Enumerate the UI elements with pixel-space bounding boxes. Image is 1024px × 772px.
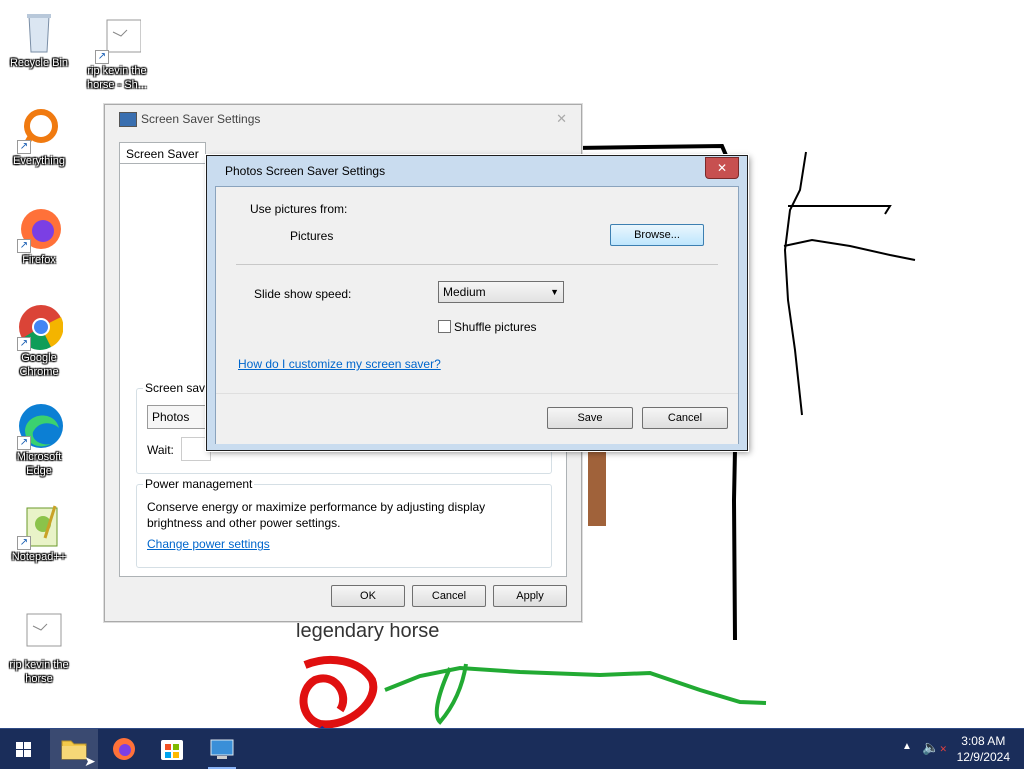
desktop-icon-recycle-bin[interactable]: Recycle Bin bbox=[4, 8, 74, 70]
notepadpp-icon: ↗ bbox=[15, 502, 63, 550]
desktop-icon-firefox[interactable]: ↗ Firefox bbox=[4, 205, 74, 267]
taskbar-screen-saver-settings[interactable] bbox=[198, 729, 246, 769]
power-description: Conserve energy or maximize performance … bbox=[147, 500, 486, 530]
shortcut-arrow-icon: ↗ bbox=[95, 50, 109, 64]
cancel-button[interactable]: Cancel bbox=[412, 585, 486, 607]
close-icon[interactable]: ✕ bbox=[556, 111, 567, 127]
desktop-icon-rip-kevin[interactable]: rip kevin the horse bbox=[4, 610, 74, 686]
recycle-bin-icon bbox=[15, 8, 63, 56]
power-management-group: Power management Conserve energy or maxi… bbox=[136, 477, 552, 568]
wait-label: Wait: bbox=[147, 443, 174, 457]
clock-time: 3:08 AM bbox=[961, 734, 1006, 748]
edge-icon: ↗ bbox=[15, 402, 63, 450]
image-file-icon: ↗ bbox=[93, 16, 142, 64]
taskbar-firefox[interactable] bbox=[100, 729, 148, 769]
chevron-down-icon: ▼ bbox=[550, 287, 559, 297]
shortcut-arrow-icon: ↗ bbox=[17, 536, 31, 550]
close-icon: ✕ bbox=[716, 161, 728, 175]
shortcut-arrow-icon: ↗ bbox=[17, 140, 31, 154]
customize-help-link[interactable]: How do I customize my screen saver? bbox=[238, 357, 441, 371]
chrome-icon: ↗ bbox=[15, 303, 64, 351]
use-pictures-label: Use pictures from: bbox=[250, 202, 348, 216]
ok-button[interactable]: OK bbox=[331, 585, 405, 607]
window-title: Photos Screen Saver Settings bbox=[225, 164, 386, 178]
shortcut-arrow-icon: ↗ bbox=[17, 436, 31, 450]
browse-button[interactable]: Browse... bbox=[610, 224, 704, 246]
dialog-body: Use pictures from: Pictures Browse... Sl… bbox=[215, 186, 739, 444]
desktop-icon-notepadpp[interactable]: ↗ Notepad++ bbox=[4, 502, 74, 564]
taskbar: ➤ ▲ 🔈✕ 3:08 AM 12/9/2024 bbox=[0, 728, 1024, 769]
store-icon bbox=[161, 740, 183, 760]
display-settings-icon bbox=[119, 112, 137, 127]
titlebar: Screen Saver Settings ✕ bbox=[105, 105, 581, 133]
close-button[interactable]: ✕ bbox=[705, 157, 739, 179]
shuffle-pictures-label: Shuffle pictures bbox=[454, 320, 537, 334]
mouse-cursor-icon: ➤ bbox=[84, 753, 96, 769]
shuffle-pictures-checkbox[interactable] bbox=[438, 320, 451, 333]
save-button[interactable]: Save bbox=[547, 407, 633, 429]
change-power-settings-link[interactable]: Change power settings bbox=[147, 537, 270, 551]
window-title: Screen Saver Settings bbox=[141, 112, 261, 126]
pictures-path: Pictures bbox=[290, 229, 334, 243]
firefox-icon bbox=[113, 738, 135, 760]
desktop-icon-microsoft-edge[interactable]: ↗ Microsoft Edge bbox=[4, 402, 74, 478]
drawing-caption: legendary horse bbox=[296, 620, 440, 642]
clock-date: 12/9/2024 bbox=[956, 750, 1010, 764]
start-button[interactable] bbox=[0, 729, 48, 769]
firefox-icon: ↗ bbox=[15, 205, 63, 253]
display-settings-icon bbox=[210, 739, 234, 759]
volume-muted-icon[interactable]: 🔈✕ bbox=[922, 739, 947, 756]
photos-screen-saver-settings-window: Photos Screen Saver Settings ✕ Use pictu… bbox=[206, 155, 748, 451]
tab-screen-saver[interactable]: Screen Saver bbox=[119, 142, 206, 165]
shortcut-arrow-icon: ↗ bbox=[17, 337, 31, 351]
taskbar-store[interactable] bbox=[148, 729, 196, 769]
image-file-icon bbox=[15, 610, 63, 658]
everything-icon: ↗ bbox=[15, 106, 63, 154]
slide-show-speed-select[interactable]: Medium ▼ bbox=[438, 281, 564, 303]
separator bbox=[236, 264, 718, 265]
windows-logo-icon bbox=[16, 742, 31, 757]
shortcut-arrow-icon: ↗ bbox=[17, 239, 31, 253]
desktop-icon-google-chrome[interactable]: ↗ Google Chrome bbox=[4, 303, 74, 379]
show-hidden-icons-icon[interactable]: ▲ bbox=[902, 741, 912, 752]
apply-button[interactable]: Apply bbox=[493, 585, 567, 607]
cancel-button[interactable]: Cancel bbox=[642, 407, 728, 429]
system-clock[interactable]: 3:08 AM 12/9/2024 bbox=[957, 733, 1010, 765]
slide-show-speed-label: Slide show speed: bbox=[254, 287, 352, 301]
desktop-icon-everything[interactable]: ↗ Everything bbox=[4, 106, 74, 168]
desktop-icon-rip-kevin-shortcut[interactable]: ↗ rip kevin the horse - Sh... bbox=[82, 16, 152, 92]
titlebar: Photos Screen Saver Settings ✕ bbox=[207, 156, 747, 186]
